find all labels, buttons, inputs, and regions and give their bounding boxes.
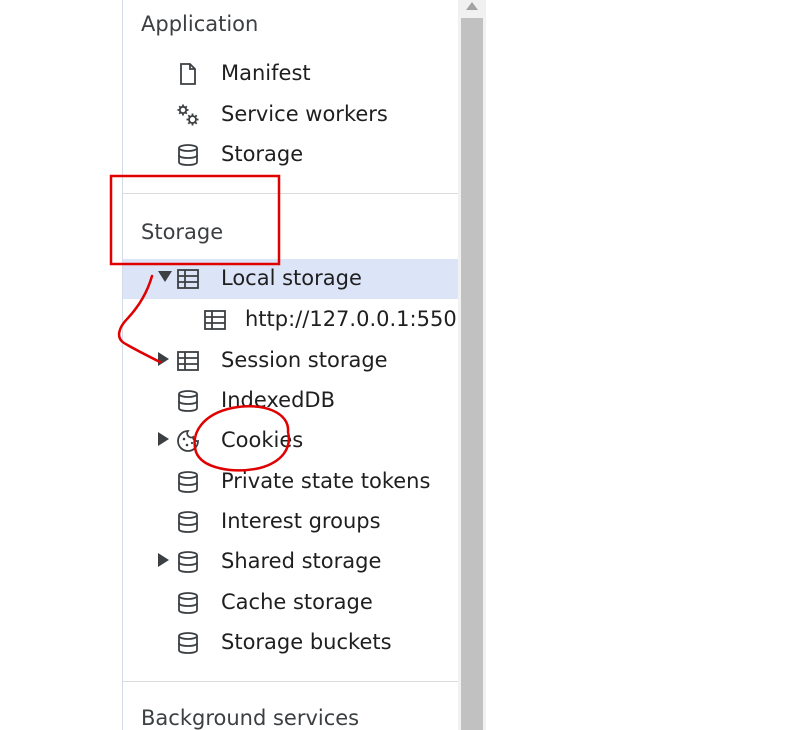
table-icon [204, 310, 226, 330]
database-icon [178, 511, 198, 533]
expand-arrow-icon[interactable] [158, 271, 172, 282]
sidebar-item-cache-storage[interactable]: Cache storage [123, 583, 458, 623]
devtools-application-panel: Application Manifest Service workers Sto… [0, 0, 787, 730]
main-content-pane [486, 0, 787, 730]
sidebar-item-label: Cookies [221, 428, 304, 452]
sidebar-item-label: Cache storage [221, 590, 373, 614]
database-icon [178, 632, 198, 654]
sidebar-item-label: Storage buckets [221, 630, 392, 654]
gears-icon [177, 104, 199, 126]
sidebar-item-storage-buckets[interactable]: Storage buckets [123, 623, 458, 663]
sidebar-item-manifest[interactable]: Manifest [123, 54, 458, 94]
database-icon [178, 390, 198, 412]
sidebar-item-service-workers[interactable]: Service workers [123, 95, 458, 135]
expand-arrow-icon[interactable] [158, 352, 169, 366]
table-icon [177, 269, 199, 289]
database-icon [178, 144, 198, 166]
sidebar-item-shared-storage[interactable]: Shared storage [123, 542, 458, 582]
sidebar-item-label: IndexedDB [221, 388, 335, 412]
sidebar-item-indexeddb[interactable]: IndexedDB [123, 381, 458, 421]
scroll-up-arrow-icon[interactable] [466, 2, 478, 10]
scrollbar-thumb[interactable] [461, 18, 483, 730]
sidebar-item-label: Storage [221, 142, 304, 166]
sidebar-item-storage-overview[interactable]: Storage [123, 135, 458, 175]
expand-arrow-icon[interactable] [158, 553, 169, 567]
application-section-title: Application [141, 12, 259, 36]
document-icon [180, 63, 196, 85]
sidebar-item-label: Local storage [221, 266, 362, 290]
background-services-section-title: Background services [141, 706, 360, 730]
sidebar-item-label: Service workers [221, 102, 388, 126]
sidebar-item-cookies[interactable]: Cookies [123, 421, 458, 461]
sidebar-item-label: Session storage [221, 348, 388, 372]
table-icon [177, 351, 199, 371]
section-divider [123, 681, 458, 682]
database-icon [178, 551, 198, 573]
sidebar-item-private-state-tokens[interactable]: Private state tokens [123, 462, 458, 502]
sidebar-item-label: Private state tokens [221, 469, 431, 493]
database-icon [178, 592, 198, 614]
cookie-icon [177, 430, 199, 452]
database-icon [178, 471, 198, 493]
sidebar-item-session-storage[interactable]: Session storage [123, 341, 458, 381]
section-divider [123, 193, 458, 194]
sidebar-item-label: Shared storage [221, 549, 382, 573]
sidebar-item-label: Manifest [221, 61, 311, 85]
storage-section-title: Storage [141, 220, 224, 244]
sidebar-item-local-storage-origin[interactable]: http://127.0.0.1:550 [123, 300, 458, 340]
sidebar-item-label: Interest groups [221, 509, 381, 533]
sidebar-item-local-storage[interactable]: Local storage [123, 259, 458, 299]
expand-arrow-icon[interactable] [158, 432, 169, 446]
sidebar-item-label: http://127.0.0.1:550 [245, 307, 457, 331]
sidebar-item-interest-groups[interactable]: Interest groups [123, 502, 458, 542]
